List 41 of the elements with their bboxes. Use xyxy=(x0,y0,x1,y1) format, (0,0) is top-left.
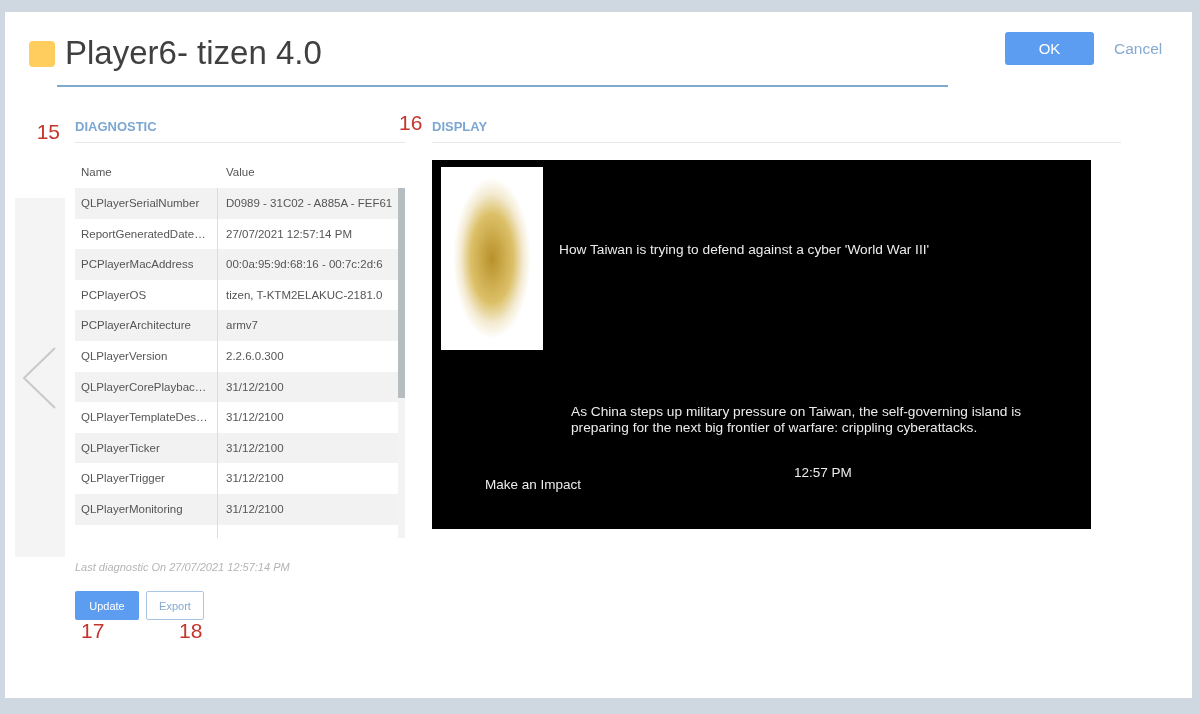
callout-number: 18 xyxy=(179,620,203,641)
scrollbar[interactable] xyxy=(398,188,405,538)
table-cell-text: 31/12/2100 xyxy=(225,410,285,426)
table-cell-text: 00:0a:95:9d:68:16 - 00:7c:2d:6 xyxy=(225,257,384,273)
headline-text: How Taiwan is trying to defend against a cyber 'World War III' xyxy=(559,242,930,258)
cancel-button[interactable]: Cancel xyxy=(1114,32,1163,65)
table-cell: PCPlayerMacAddress xyxy=(75,249,218,280)
callout-number: 15 xyxy=(36,121,60,142)
table-cell: QLPlayerTemplateDes… xyxy=(75,402,218,433)
table-cell-text: 31/12/2100 xyxy=(225,501,285,517)
table-cell-text: tizen, T-KTM2ELAKUC-2181.0 xyxy=(225,287,384,303)
table-cell-text: D0989 - 31C02 - A885A - FEF61 xyxy=(225,196,394,211)
tagline-text: Make an Impact xyxy=(485,477,582,493)
table-cell-text: armv7 xyxy=(225,318,259,334)
table-cell-text: 27/07/2021 12:57:14 PM xyxy=(225,226,353,242)
clock-text: 12:57 PM xyxy=(794,465,852,481)
table-cell-text: 31/12/2100 xyxy=(225,440,285,456)
table-cell: QLPlayerTrigger xyxy=(75,463,218,494)
chevron-left-icon xyxy=(22,346,56,409)
table-cell-text: 31/12/2100 xyxy=(225,471,285,487)
column-header: Value xyxy=(225,165,255,180)
table-cell: QLPlayerSerialNumber xyxy=(75,188,218,219)
section-heading: DIAGNOSTIC xyxy=(75,119,157,134)
column-header: Name xyxy=(80,165,113,180)
table-cell: PCPlayerArchitecture xyxy=(75,310,218,341)
previous-button[interactable] xyxy=(15,198,65,557)
table-cell-text: 31/12/2100 xyxy=(225,379,285,395)
callout-number: 17 xyxy=(81,620,105,641)
dialog-title: Player6- tizen 4.0 xyxy=(65,33,323,73)
last-diagnostic-text: Last diagnostic On 27/07/2021 12:57:14 PM xyxy=(75,560,291,575)
ok-button[interactable]: OK xyxy=(1005,32,1094,65)
scrollbar-thumb[interactable] xyxy=(398,188,405,398)
callout-number: 16 xyxy=(399,112,423,133)
section-heading: DISPLAY xyxy=(432,119,488,134)
update-button[interactable]: Update xyxy=(75,591,139,620)
export-button[interactable]: Export xyxy=(146,591,204,620)
table-cell: QLPlayerMonitoring xyxy=(75,493,218,525)
table-cell: QLPlayerVersion xyxy=(75,340,218,372)
table-cell-text: 2.2.6.0.300 xyxy=(225,348,285,364)
status-icon xyxy=(29,41,55,67)
article-text: As China steps up military pressure on Taiwan, the self-governing island is preparing for the next big frontier of warfare: crippling cyberattacks. xyxy=(571,404,1023,436)
